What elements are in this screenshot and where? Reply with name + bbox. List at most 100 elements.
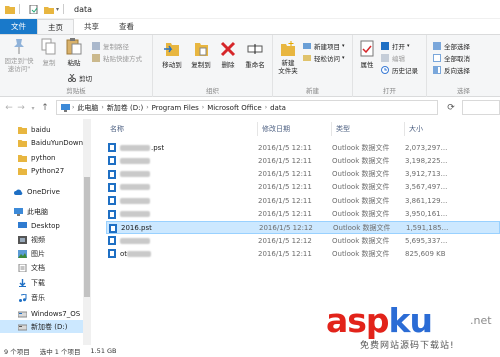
easy-access-button[interactable]: 轻松访问 ▾ bbox=[303, 53, 345, 63]
column-header-date[interactable]: 修改日期 bbox=[258, 122, 332, 136]
file-type-cell: Outlook 数据文件 bbox=[332, 210, 390, 218]
search-input[interactable] bbox=[462, 100, 500, 115]
scrollbar-thumb[interactable] bbox=[84, 177, 90, 297]
file-date-cell: 2016/1/5 12:11 bbox=[258, 196, 312, 205]
outlook-data-file-icon bbox=[108, 156, 116, 166]
table-row[interactable]: 2016.pst 2016/1/5 12:12 Outlook 数据文件 1,591,… bbox=[106, 220, 500, 235]
file-date-cell: 2016/1/5 12:11 bbox=[258, 143, 312, 152]
refresh-icon[interactable]: ⟳ bbox=[444, 100, 458, 115]
back-arrow-icon[interactable]: ← bbox=[3, 103, 15, 113]
nav-item[interactable]: 下载 bbox=[18, 276, 45, 289]
table-row[interactable]: 2016/1/5 12:11 Outlook 数据文件 3,950,161... bbox=[106, 208, 500, 221]
clipboard-group-label: 剪贴板 bbox=[66, 87, 86, 95]
table-row[interactable]: 2016/1/5 12:11 Outlook 数据文件 3,912,713... bbox=[106, 168, 500, 181]
breadcrumb-this-pc[interactable]: 此电脑 bbox=[77, 103, 98, 113]
forward-arrow-icon[interactable]: → bbox=[15, 103, 27, 113]
rename-button[interactable]: 重命名 bbox=[241, 40, 269, 69]
redacted-text bbox=[120, 171, 150, 178]
paste-shortcut-button[interactable]: 粘贴快捷方式 bbox=[92, 53, 142, 63]
new-item-button[interactable]: 新建项目 ▾ bbox=[303, 41, 345, 51]
nav-item[interactable]: python bbox=[18, 151, 56, 164]
pin-quick-access-button[interactable]: 固定到"快 速访问" bbox=[2, 38, 36, 73]
address-bar[interactable]: › 此电脑 › 新加卷 (D:) › Program Files › Micro… bbox=[56, 100, 438, 115]
nav-item[interactable]: 图片 bbox=[18, 247, 45, 260]
download-icon bbox=[19, 278, 26, 287]
nav-item-this-pc[interactable]: 此电脑 bbox=[14, 205, 48, 218]
move-to-button[interactable]: 移动到 bbox=[159, 40, 185, 69]
edit-button[interactable]: 编辑 bbox=[381, 53, 405, 63]
chevron-down-icon[interactable]: ▾ bbox=[56, 6, 59, 13]
nav-scrollbar[interactable] bbox=[83, 119, 91, 345]
select-none-label: 全部取消 bbox=[444, 55, 470, 63]
nav-item-selected[interactable]: 新加卷 (D:) bbox=[0, 320, 83, 333]
select-all-button[interactable]: 全部选择 bbox=[433, 41, 470, 51]
nav-item-label: Desktop bbox=[31, 221, 60, 230]
redacted-text bbox=[120, 211, 150, 217]
tab-home[interactable]: 主页 bbox=[37, 19, 74, 34]
select-none-button[interactable]: 全部取消 bbox=[433, 53, 470, 63]
new-item-label: 新建项目 bbox=[314, 43, 340, 51]
open-button[interactable]: 打开 ▾ bbox=[381, 41, 410, 51]
delete-button[interactable]: 删除 bbox=[217, 40, 239, 69]
nav-item[interactable]: Windows7_OS bbox=[18, 307, 80, 320]
outlook-data-file-icon bbox=[108, 236, 116, 246]
file-date-cell: 2016/1/5 12:11 bbox=[258, 249, 312, 258]
move-to-label: 移动到 bbox=[162, 61, 182, 69]
properties-icon[interactable] bbox=[29, 4, 39, 14]
history-label: 历史记录 bbox=[392, 67, 418, 75]
nav-item[interactable]: BaiduYunDown bbox=[18, 136, 83, 149]
invert-selection-button[interactable]: 反向选择 bbox=[433, 65, 470, 75]
chevron-right-icon: › bbox=[101, 104, 104, 111]
nav-item[interactable]: 音乐 bbox=[18, 291, 45, 304]
recent-locations-icon[interactable]: ▾ bbox=[27, 105, 39, 112]
paste-button[interactable]: 粘贴 bbox=[62, 38, 86, 67]
properties-button[interactable]: 属性 bbox=[356, 40, 378, 69]
nav-item-onedrive[interactable]: OneDrive bbox=[14, 185, 60, 198]
table-row[interactable]: 2016/1/5 12:11 Outlook 数据文件 3,567,497... bbox=[106, 181, 500, 194]
cut-label: 剪切 bbox=[79, 75, 92, 83]
desktop-icon bbox=[18, 221, 27, 228]
table-row[interactable]: 2016/1/5 12:12 Outlook 数据文件 5,695,337... bbox=[106, 234, 500, 247]
ribbon: 固定到"快 速访问" 复制 粘贴 复制路径 粘贴快捷方式 剪切 剪贴板 移动到 bbox=[0, 35, 500, 97]
folder-icon bbox=[18, 154, 27, 162]
copy-button[interactable]: 复制 bbox=[37, 38, 61, 67]
tab-share[interactable]: 共享 bbox=[74, 19, 109, 34]
breadcrumb-drive-d[interactable]: 新加卷 (D:) bbox=[107, 103, 143, 113]
file-size-cell: 2,073,297... bbox=[405, 143, 448, 152]
up-arrow-icon[interactable]: ↑ bbox=[39, 103, 51, 113]
tab-view[interactable]: 查看 bbox=[109, 19, 144, 34]
file-name-cell bbox=[108, 208, 258, 221]
new-folder-icon bbox=[281, 41, 295, 56]
table-row[interactable]: ot 2016/1/5 12:11 Outlook 数据文件 825,609 KB bbox=[106, 247, 500, 260]
paste-shortcut-icon bbox=[92, 54, 100, 62]
breadcrumb-program-files[interactable]: Program Files bbox=[152, 104, 199, 112]
breadcrumb-microsoft-office[interactable]: Microsoft Office bbox=[207, 104, 262, 112]
copy-icon bbox=[41, 38, 56, 55]
chevron-right-icon: › bbox=[264, 104, 268, 111]
breadcrumb-data[interactable]: data bbox=[270, 104, 286, 112]
table-row[interactable]: .pst 2016/1/5 12:11 Outlook 数据文件 2,073,297.… bbox=[106, 141, 500, 154]
invert-selection-icon bbox=[433, 66, 441, 74]
outlook-icon bbox=[381, 42, 389, 50]
new-folder-icon[interactable] bbox=[44, 5, 54, 14]
picture-icon bbox=[18, 249, 27, 258]
table-row[interactable]: 2016/1/5 12:11 Outlook 数据文件 3,861,129... bbox=[106, 194, 500, 207]
nav-item[interactable]: 文档 bbox=[18, 261, 45, 274]
column-header-type[interactable]: 类型 bbox=[332, 122, 405, 136]
column-header-size[interactable]: 大小 bbox=[405, 122, 465, 136]
nav-item[interactable]: Python27 bbox=[18, 164, 64, 177]
copy-path-button[interactable]: 复制路径 bbox=[92, 41, 129, 51]
paste-icon bbox=[66, 38, 82, 55]
tab-file[interactable]: 文件 bbox=[0, 19, 37, 34]
copy-to-button[interactable]: 复制到 bbox=[188, 40, 214, 69]
nav-item-label: baidu bbox=[31, 125, 51, 134]
table-row[interactable]: 2016/1/5 12:11 Outlook 数据文件 3,198,225... bbox=[106, 154, 500, 167]
file-name-cell: 2016.pst bbox=[109, 222, 259, 235]
column-header-name[interactable]: 名称 bbox=[106, 122, 258, 136]
nav-item[interactable]: Desktop bbox=[18, 219, 60, 232]
nav-item[interactable]: 视频 bbox=[18, 233, 45, 246]
nav-item[interactable]: baidu bbox=[18, 123, 51, 136]
cut-button[interactable]: 剪切 bbox=[68, 73, 92, 83]
history-button[interactable]: 历史记录 bbox=[381, 65, 418, 75]
new-folder-button[interactable]: 新建 文件夹 bbox=[275, 40, 301, 75]
